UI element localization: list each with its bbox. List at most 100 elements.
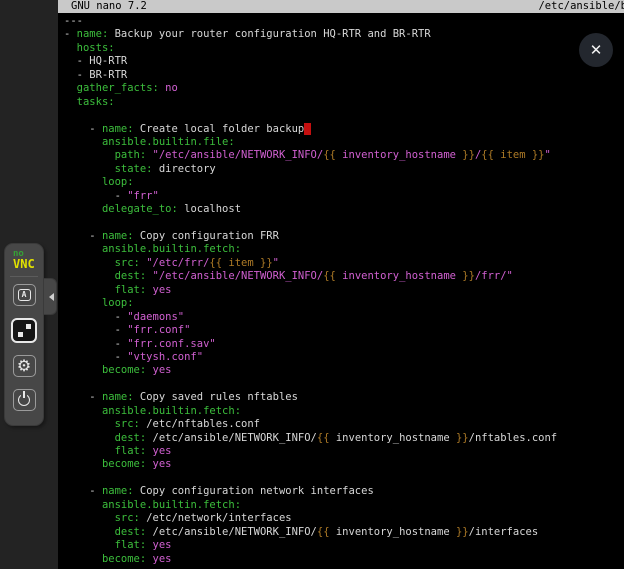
code-line: ansible.builtin.fetch:	[64, 499, 624, 512]
code-segment: {{	[323, 270, 336, 282]
keyboard-button[interactable]: A	[13, 284, 36, 306]
code-segment: become:	[102, 458, 146, 470]
code-line: gather_facts: no	[64, 82, 624, 95]
control-bar-handle[interactable]	[44, 278, 57, 315]
code-segment	[64, 136, 102, 148]
code-line: - name: Copy configuration network inter…	[64, 485, 624, 498]
code-segment: dest:	[115, 270, 147, 282]
code-segment	[64, 243, 102, 255]
code-line: - "frr.conf.sav"	[64, 338, 624, 351]
code-segment: -	[64, 391, 102, 403]
code-line: become: yes	[64, 364, 624, 377]
novnc-logo-vnc: VNC	[13, 258, 35, 270]
code-segment	[64, 82, 77, 94]
vnc-buttons: A⚙	[11, 284, 37, 411]
code-segment: name:	[102, 230, 134, 242]
code-segment	[64, 405, 102, 417]
code-area[interactable]: ---- name: Backup your router configurat…	[58, 13, 624, 566]
code-segment: -	[64, 485, 102, 497]
code-line: dest: /etc/ansible/NETWORK_INFO/{{ inven…	[64, 526, 624, 539]
code-line: src: /etc/nftables.conf	[64, 418, 624, 431]
code-segment: -	[64, 190, 127, 202]
code-line: src: /etc/network/interfaces	[64, 512, 624, 525]
code-line: tasks:	[64, 96, 624, 109]
code-segment: gather_facts:	[77, 82, 159, 94]
code-segment	[64, 203, 102, 215]
fullscreen-button[interactable]	[11, 318, 37, 343]
code-segment	[64, 270, 115, 282]
code-segment: delegate_to:	[102, 203, 178, 215]
code-segment: -	[64, 230, 102, 242]
code-segment: Copy saved rules nftables	[134, 391, 298, 403]
code-segment: ansible.builtin.fetch:	[102, 405, 241, 417]
code-segment	[64, 458, 102, 470]
code-line: ---	[64, 15, 624, 28]
code-segment: flat:	[115, 445, 147, 457]
code-segment: }}	[456, 526, 469, 538]
code-line: path: "/etc/ansible/NETWORK_INFO/{{ inve…	[64, 149, 624, 162]
code-segment: state:	[115, 163, 153, 175]
code-line: src: "/etc/frr/{{ item }}"	[64, 257, 624, 270]
code-segment: Copy configuration FRR	[134, 230, 279, 242]
code-segment: Backup your router configuration HQ-RTR …	[108, 28, 430, 40]
close-button[interactable]: ✕	[579, 33, 613, 67]
code-segment: yes	[153, 458, 172, 470]
code-line: dest: "/etc/ansible/NETWORK_INFO/{{ inve…	[64, 270, 624, 283]
code-line	[64, 109, 624, 122]
code-segment: inventory_hostname	[330, 432, 456, 444]
code-segment: {{ item }}	[481, 149, 544, 161]
code-segment: yes	[153, 364, 172, 376]
code-segment	[64, 499, 102, 511]
code-line: become: yes	[64, 458, 624, 471]
code-line: state: directory	[64, 163, 624, 176]
code-segment: {{	[323, 149, 336, 161]
power-button[interactable]	[13, 389, 36, 411]
code-segment	[64, 176, 102, 188]
code-segment: become:	[102, 553, 146, 565]
code-segment	[64, 364, 102, 376]
code-segment: flat:	[115, 284, 147, 296]
code-segment	[64, 42, 77, 54]
code-segment: -	[64, 324, 127, 336]
code-line: - name: Copy configuration FRR	[64, 230, 624, 243]
code-line: delegate_to: localhost	[64, 203, 624, 216]
code-segment: "/etc/ansible/NETWORK_INFO/	[153, 270, 324, 282]
code-line: - HQ-RTR	[64, 55, 624, 68]
code-segment: tasks:	[77, 96, 115, 108]
settings-button[interactable]: ⚙	[13, 355, 36, 377]
code-segment: "	[545, 149, 551, 161]
code-segment: inventory_hostname	[336, 149, 462, 161]
code-segment: {{	[317, 526, 330, 538]
close-icon: ✕	[590, 43, 603, 58]
code-line: loop:	[64, 176, 624, 189]
code-segment: "vtysh.conf"	[127, 351, 203, 363]
code-segment: -	[64, 311, 127, 323]
code-segment: }}	[462, 149, 475, 161]
code-segment: /etc/ansible/NETWORK_INFO/	[146, 526, 317, 538]
code-line: - name: Create local folder backup	[64, 123, 624, 136]
code-segment: loop:	[102, 176, 134, 188]
text-cursor	[304, 123, 310, 135]
code-segment: ---	[64, 15, 83, 27]
code-segment	[64, 284, 115, 296]
code-segment: {{	[317, 432, 330, 444]
code-line: become: yes	[64, 553, 624, 566]
code-segment: /etc/ansible/NETWORK_INFO/	[146, 432, 317, 444]
collapse-arrow-icon	[49, 293, 54, 301]
code-line	[64, 472, 624, 485]
code-segment	[64, 297, 102, 309]
code-segment: -	[64, 28, 77, 40]
code-segment: yes	[153, 539, 172, 551]
code-line: - "vtysh.conf"	[64, 351, 624, 364]
code-line: flat: yes	[64, 539, 624, 552]
code-segment: Copy configuration network interfaces	[134, 485, 374, 497]
code-segment: yes	[153, 553, 172, 565]
code-segment	[64, 149, 115, 161]
code-line: flat: yes	[64, 284, 624, 297]
code-segment	[64, 512, 115, 524]
code-segment: name:	[102, 485, 134, 497]
code-segment: "frr.conf.sav"	[127, 338, 216, 350]
code-segment: /etc/network/interfaces	[140, 512, 292, 524]
code-segment: src:	[115, 257, 140, 269]
code-segment: yes	[153, 445, 172, 457]
